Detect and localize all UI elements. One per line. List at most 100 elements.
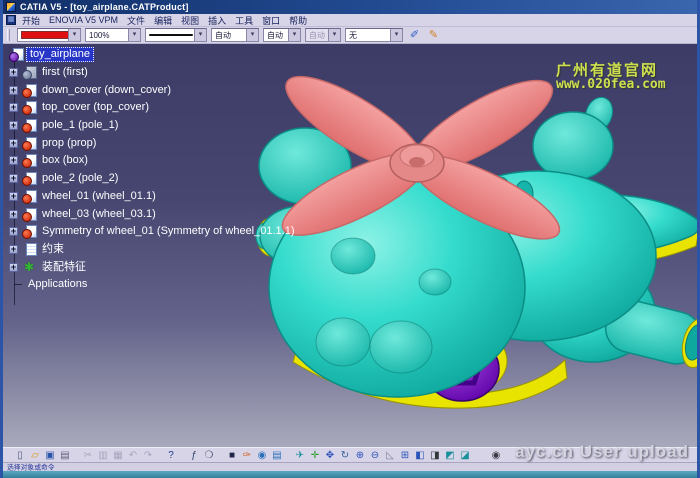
link-manager-icon[interactable]: ✑ bbox=[240, 449, 254, 462]
chevron-down-icon[interactable]: ▾ bbox=[128, 29, 140, 41]
tree-item-symmetry[interactable]: +Symmetry of wheel_01 (Symmetry of wheel… bbox=[5, 223, 265, 241]
swap-visible-space-icon[interactable]: ◩ bbox=[443, 449, 457, 462]
line-weight-value: 自动 bbox=[215, 30, 231, 41]
snapshot-camera-icon[interactable]: ◉ bbox=[489, 449, 503, 462]
part-icon bbox=[22, 208, 36, 221]
menu-item-1[interactable]: ENOVIA V5 VPM bbox=[49, 15, 118, 25]
tree-item-wheel_03[interactable]: +wheel_03 (wheel_03.1) bbox=[5, 205, 265, 223]
tree-item-first[interactable]: +first (first) bbox=[5, 64, 265, 82]
menu-item-0[interactable]: 开始 bbox=[22, 14, 40, 27]
menu-item-7[interactable]: 窗口 bbox=[262, 14, 280, 27]
toolbar-grip[interactable] bbox=[7, 29, 10, 41]
expand-plus-icon[interactable]: + bbox=[9, 86, 18, 95]
point-symbol-combo[interactable]: 自动 ▾ bbox=[263, 28, 301, 42]
3d-viewport[interactable]: toy_airplane+first (first)+down_cover (d… bbox=[3, 44, 697, 447]
zoom-in-icon[interactable]: ⊕ bbox=[353, 449, 367, 462]
chevron-down-icon[interactable]: ▾ bbox=[390, 29, 402, 41]
swap-workspace-icon[interactable]: ■ bbox=[225, 449, 239, 462]
graphic-properties-toolbar: ▾ 100% ▾ ▾ 自动 ▾ 自动 ▾ 自动 ▾ 无 ▾ ✐ ✎ bbox=[3, 27, 697, 44]
fly-mode-icon[interactable]: ✈ bbox=[293, 449, 307, 462]
chevron-down-icon[interactable]: ▾ bbox=[288, 29, 300, 41]
tree-item-label: Symmetry of wheel_01 (Symmetry of wheel_… bbox=[39, 225, 298, 238]
menu-item-4[interactable]: 视图 bbox=[181, 14, 199, 27]
expand-plus-icon[interactable]: + bbox=[9, 139, 18, 148]
rotate-icon[interactable]: ↻ bbox=[338, 449, 352, 462]
catalog-browser-icon[interactable]: ▤ bbox=[270, 449, 284, 462]
expand-plus-icon[interactable]: + bbox=[9, 192, 18, 201]
status-message: 选择对象或命令 bbox=[7, 463, 55, 471]
tree-item-label: Applications bbox=[25, 278, 90, 291]
chat-bubble-icon[interactable]: ❍ bbox=[202, 449, 216, 462]
status-bar: 选择对象或命令 bbox=[3, 462, 697, 471]
expand-plus-icon[interactable]: + bbox=[9, 68, 18, 77]
tree-item-toy_airplane[interactable]: toy_airplane bbox=[5, 46, 265, 64]
graphic-painter-icon[interactable]: ✐ bbox=[407, 28, 422, 43]
iso-view-icon[interactable]: ◧ bbox=[413, 449, 427, 462]
expand-plus-icon[interactable]: + bbox=[9, 156, 18, 165]
whats-this-help-icon[interactable]: ? bbox=[164, 449, 178, 462]
open-folder-icon[interactable]: ▱ bbox=[28, 449, 42, 462]
tree-item-pole_2[interactable]: + pole_2 (pole_2) bbox=[5, 170, 265, 188]
chevron-down-icon[interactable]: ▾ bbox=[194, 29, 206, 41]
expand-plus-icon[interactable]: + bbox=[9, 245, 18, 254]
fill-color-combo[interactable]: ▾ bbox=[17, 28, 81, 42]
formula-fx-icon[interactable]: ƒ bbox=[187, 449, 201, 462]
watermark-site-url: www.020fea.com bbox=[556, 77, 666, 92]
layer-combo[interactable]: 无 ▾ bbox=[345, 28, 403, 42]
menu-item-5[interactable]: 插入 bbox=[208, 14, 226, 27]
tree-item-约束[interactable]: +约束 bbox=[5, 241, 265, 259]
zoom-out-icon[interactable]: ⊖ bbox=[368, 449, 382, 462]
hide-show-icon[interactable]: ◨ bbox=[428, 449, 442, 462]
new-document-icon[interactable]: ▯ bbox=[13, 449, 27, 462]
tree-item-label: down_cover (down_cover) bbox=[39, 84, 174, 97]
swap-visible-space-2-icon[interactable]: ◪ bbox=[458, 449, 472, 462]
tree-item-pole_1[interactable]: +pole_1 (pole_1) bbox=[5, 117, 265, 135]
pan-icon[interactable]: ✥ bbox=[323, 449, 337, 462]
document-window-icon[interactable]: ▦ bbox=[6, 15, 16, 25]
tree-item-prop[interactable]: +prop (prop) bbox=[5, 134, 265, 152]
expand-plus-icon[interactable]: + bbox=[9, 210, 18, 219]
multi-view-icon[interactable]: ⊞ bbox=[398, 449, 412, 462]
fit-all-in-icon[interactable]: ✛ bbox=[308, 449, 322, 462]
line-type-combo[interactable]: ▾ bbox=[145, 28, 207, 42]
tree-item-label: 装配特征 bbox=[39, 261, 89, 274]
redo-icon: ↷ bbox=[141, 449, 155, 462]
chevron-down-icon[interactable]: ▾ bbox=[68, 29, 80, 41]
product-icon bbox=[9, 48, 23, 61]
normal-view-icon[interactable]: ◺ bbox=[383, 449, 397, 462]
layer-value: 无 bbox=[349, 30, 357, 41]
tree-item-box[interactable]: +box (box) bbox=[5, 152, 265, 170]
window-title: CATIA V5 - [toy_airplane.CATProduct] bbox=[20, 2, 189, 12]
expand-plus-icon[interactable]: + bbox=[9, 103, 18, 112]
point-symbol-value: 自动 bbox=[267, 30, 283, 41]
graphic-wizard-icon[interactable]: ✎ bbox=[426, 28, 441, 43]
save-icon[interactable]: ▣ bbox=[43, 449, 57, 462]
tree-item-applications[interactable]: Applications bbox=[5, 276, 265, 294]
model-tail-pod[interactable] bbox=[533, 112, 613, 180]
title-bar[interactable]: CATIA V5 - [toy_airplane.CATProduct] bbox=[3, 0, 697, 14]
print-icon[interactable]: ▤ bbox=[58, 449, 72, 462]
features-icon: ✱ bbox=[22, 261, 36, 274]
tree-item-down_cover[interactable]: + down_cover (down_cover) bbox=[5, 81, 265, 99]
render-style-combo: 自动 ▾ bbox=[305, 28, 341, 42]
constraints-icon bbox=[22, 243, 36, 256]
tree-item-top_cover[interactable]: +top_cover (top_cover) bbox=[5, 99, 265, 117]
line-weight-combo[interactable]: 自动 ▾ bbox=[211, 28, 259, 42]
copy-icon: ▥ bbox=[96, 449, 110, 462]
menu-item-3[interactable]: 编辑 bbox=[154, 14, 172, 27]
tree-item-label: pole_2 (pole_2) bbox=[39, 172, 121, 185]
expand-plus-icon[interactable]: + bbox=[9, 263, 18, 272]
part-icon bbox=[22, 154, 36, 167]
tree-item-wheel_01[interactable]: +wheel_01 (wheel_01.1) bbox=[5, 188, 265, 206]
tree-item-装配特征[interactable]: + ✱装配特征 bbox=[5, 258, 265, 276]
menu-item-6[interactable]: 工具 bbox=[235, 14, 253, 27]
menu-item-8[interactable]: 帮助 bbox=[289, 14, 307, 27]
menu-item-2[interactable]: 文件 bbox=[127, 14, 145, 27]
expand-plus-icon[interactable]: + bbox=[9, 174, 18, 183]
expand-plus-icon[interactable]: + bbox=[9, 121, 18, 130]
chevron-down-icon[interactable]: ▾ bbox=[246, 29, 258, 41]
publish-web-icon[interactable]: ◉ bbox=[255, 449, 269, 462]
expand-plus-icon[interactable]: + bbox=[9, 227, 18, 236]
part-icon bbox=[22, 172, 36, 185]
opacity-combo[interactable]: 100% ▾ bbox=[85, 28, 141, 42]
